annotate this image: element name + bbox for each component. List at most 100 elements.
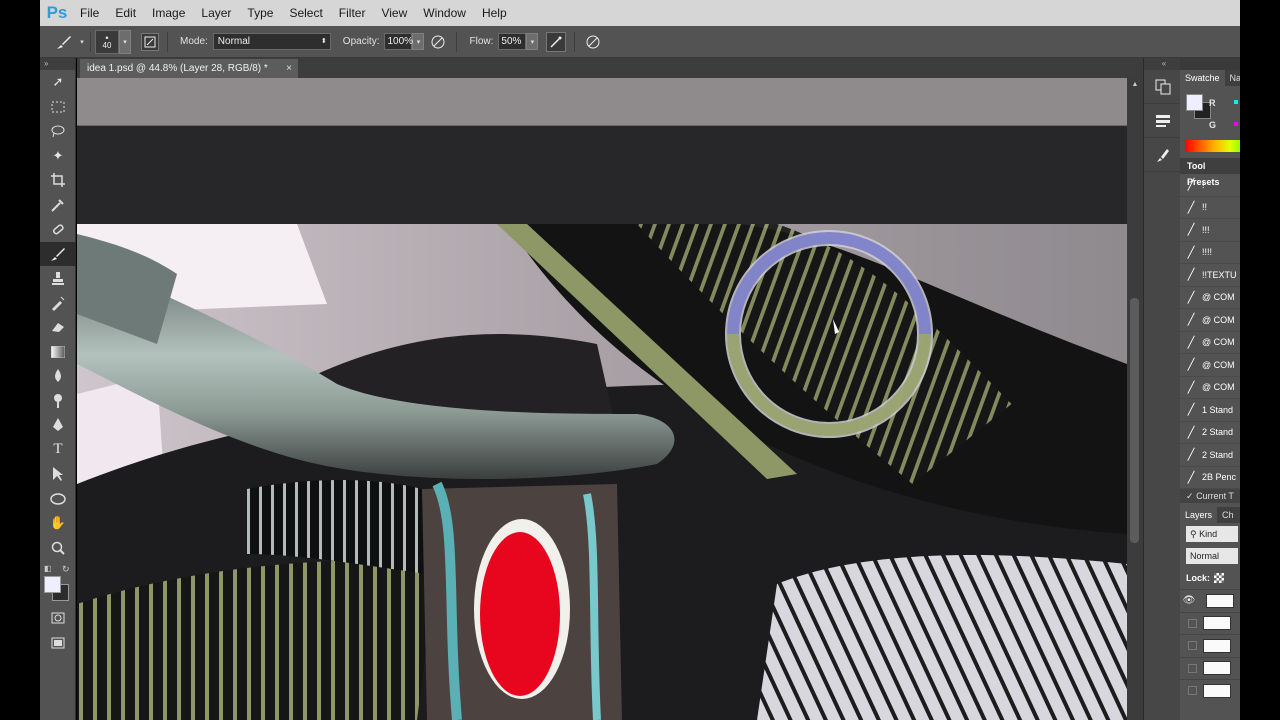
history-brush-tool-icon[interactable] xyxy=(40,291,76,316)
brush-presets-panel-icon[interactable] xyxy=(1144,138,1181,172)
dodge-tool-icon[interactable] xyxy=(40,389,76,414)
scrollbar-thumb[interactable] xyxy=(1130,298,1139,543)
visibility-toggle[interactable] xyxy=(1188,686,1197,696)
healing-brush-tool-icon[interactable] xyxy=(40,217,76,242)
eyedropper-tool-icon[interactable] xyxy=(40,193,76,218)
tab-swatches[interactable]: Swatche xyxy=(1180,70,1225,86)
layer-row[interactable] xyxy=(1180,656,1240,680)
marquee-tool-icon[interactable] xyxy=(40,95,76,120)
brush-preset-dropdown[interactable]: ▾ xyxy=(119,29,131,54)
preset-item[interactable]: ╱ @ COM xyxy=(1180,354,1240,377)
preset-item[interactable]: ╱ @ COM xyxy=(1180,377,1240,399)
opacity-input[interactable]: 100% xyxy=(384,33,413,50)
menu-layer[interactable]: Layer xyxy=(193,0,239,26)
visibility-toggle[interactable] xyxy=(1188,618,1197,628)
clone-stamp-tool-icon[interactable] xyxy=(40,266,76,291)
pressure-size-icon[interactable] xyxy=(583,32,603,52)
brush-panel-toggle-icon[interactable] xyxy=(141,32,159,51)
menu-type[interactable]: Type xyxy=(239,0,281,26)
properties-panel-icon[interactable] xyxy=(1144,104,1181,138)
painting-canvas[interactable] xyxy=(77,224,1127,720)
separator xyxy=(90,31,91,52)
preset-item[interactable]: ╱ @ COM xyxy=(1180,287,1240,309)
preset-item[interactable]: ╱!! xyxy=(1180,197,1240,219)
brush-tool-preset-icon[interactable] xyxy=(54,32,74,52)
history-panel-icon[interactable] xyxy=(1144,70,1181,104)
preset-item[interactable]: ╱ @ COM xyxy=(1180,309,1240,332)
path-selection-tool-icon[interactable] xyxy=(40,462,76,487)
gradient-tool-icon[interactable] xyxy=(40,340,76,365)
layer-row[interactable] xyxy=(1180,679,1240,702)
tab-layers[interactable]: Layers xyxy=(1180,507,1218,523)
blend-mode-select[interactable]: Normal xyxy=(1186,548,1238,564)
opacity-dropdown[interactable]: ▾ xyxy=(412,33,425,50)
quick-selection-tool-icon[interactable]: ✦ xyxy=(40,144,76,169)
current-tool-only-checkbox[interactable]: ✓ Current T xyxy=(1180,489,1240,503)
g-slider-marker[interactable] xyxy=(1234,122,1238,126)
tab-channels[interactable]: Ch xyxy=(1217,507,1239,523)
preset-label: !! xyxy=(1202,202,1208,213)
layer-kind-filter[interactable]: ⚲ Kind xyxy=(1186,526,1238,542)
lasso-tool-icon[interactable] xyxy=(40,119,76,144)
preset-item[interactable]: ╱ 2B Penc xyxy=(1180,467,1240,489)
panel-foreground-color[interactable] xyxy=(1186,94,1203,111)
preset-item[interactable]: ╱ 1 Stand xyxy=(1180,399,1240,422)
tab-navigator[interactable]: Na xyxy=(1225,70,1240,86)
menu-view[interactable]: View xyxy=(373,0,415,26)
color-spectrum[interactable] xyxy=(1185,140,1240,152)
close-tab-icon[interactable]: × xyxy=(286,59,292,78)
airbrush-icon[interactable] xyxy=(546,31,567,52)
layer-row[interactable] xyxy=(1180,634,1240,657)
menu-file[interactable]: File xyxy=(72,0,107,26)
crop-tool-icon[interactable] xyxy=(40,168,76,193)
visibility-eye-icon[interactable]: 👁 xyxy=(1180,595,1198,606)
screen-mode-icon[interactable] xyxy=(40,631,76,656)
select-arrows-icon: ⬍ xyxy=(320,38,327,45)
document-tab[interactable]: idea 1.psd @ 44.8% (Layer 28, RGB/8) * × xyxy=(80,59,298,78)
flow-input[interactable]: 50% xyxy=(498,33,527,50)
menu-image[interactable]: Image xyxy=(144,0,193,26)
brush-preset-picker[interactable]: • 40 xyxy=(95,29,119,54)
flow-dropdown[interactable]: ▾ xyxy=(526,33,539,50)
preset-item[interactable]: ╱ !!TEXTU xyxy=(1180,264,1240,287)
preset-item[interactable]: ╱ @ COM xyxy=(1180,332,1240,354)
preset-item[interactable]: ╱ 2 Stand xyxy=(1180,422,1240,444)
pen-tool-icon[interactable] xyxy=(40,413,76,438)
tool-presets-title[interactable]: Tool Presets xyxy=(1180,158,1240,187)
quick-mask-icon[interactable] xyxy=(40,606,76,631)
lock-transparency-icon[interactable] xyxy=(1214,573,1225,583)
preset-item[interactable]: ╱!!!! xyxy=(1180,242,1240,264)
eraser-tool-icon[interactable] xyxy=(40,315,76,340)
preset-item[interactable]: ╱!!! xyxy=(1180,219,1240,242)
menu-select[interactable]: Select xyxy=(281,0,330,26)
preset-item[interactable]: ╱ 2 Stand xyxy=(1180,444,1240,467)
tool-preset-dropdown[interactable]: ▾ xyxy=(78,33,86,50)
visibility-toggle[interactable] xyxy=(1188,663,1197,673)
hand-tool-icon[interactable]: ✋ xyxy=(40,511,76,536)
default-colors-icon[interactable]: ◧ xyxy=(44,564,52,573)
swap-colors-icon[interactable]: ↻ xyxy=(62,564,70,575)
scroll-up-icon[interactable]: ▲ xyxy=(1127,78,1143,92)
layer-row[interactable] xyxy=(1180,611,1240,635)
type-tool-icon[interactable]: T xyxy=(40,438,76,463)
tools-panel: » ➚ ✦ T ✋ ◧ ↻ xyxy=(40,58,76,720)
visibility-toggle[interactable] xyxy=(1188,641,1197,651)
menu-filter[interactable]: Filter xyxy=(331,0,374,26)
vertical-scrollbar[interactable]: ▲ xyxy=(1127,78,1143,720)
r-slider-marker[interactable] xyxy=(1234,100,1238,104)
menu-window[interactable]: Window xyxy=(415,0,474,26)
dock-collapse-icon[interactable]: « xyxy=(1144,58,1180,70)
menu-help[interactable]: Help xyxy=(474,0,515,26)
brush-tool-icon[interactable] xyxy=(40,241,76,266)
move-tool-icon[interactable]: ➚ xyxy=(40,70,76,95)
foreground-color[interactable] xyxy=(44,576,61,593)
blur-tool-icon[interactable] xyxy=(40,364,76,389)
brush-preset-icon: ╱ xyxy=(1187,404,1195,417)
layer-row[interactable]: 👁 xyxy=(1180,589,1240,612)
tools-panel-collapse-icon[interactable]: » xyxy=(40,58,75,70)
menu-edit[interactable]: Edit xyxy=(107,0,144,26)
pressure-opacity-icon[interactable] xyxy=(428,32,448,52)
mode-select[interactable]: Normal ⬍ xyxy=(212,33,331,50)
zoom-tool-icon[interactable] xyxy=(40,536,76,561)
ellipse-tool-icon[interactable] xyxy=(40,487,76,512)
